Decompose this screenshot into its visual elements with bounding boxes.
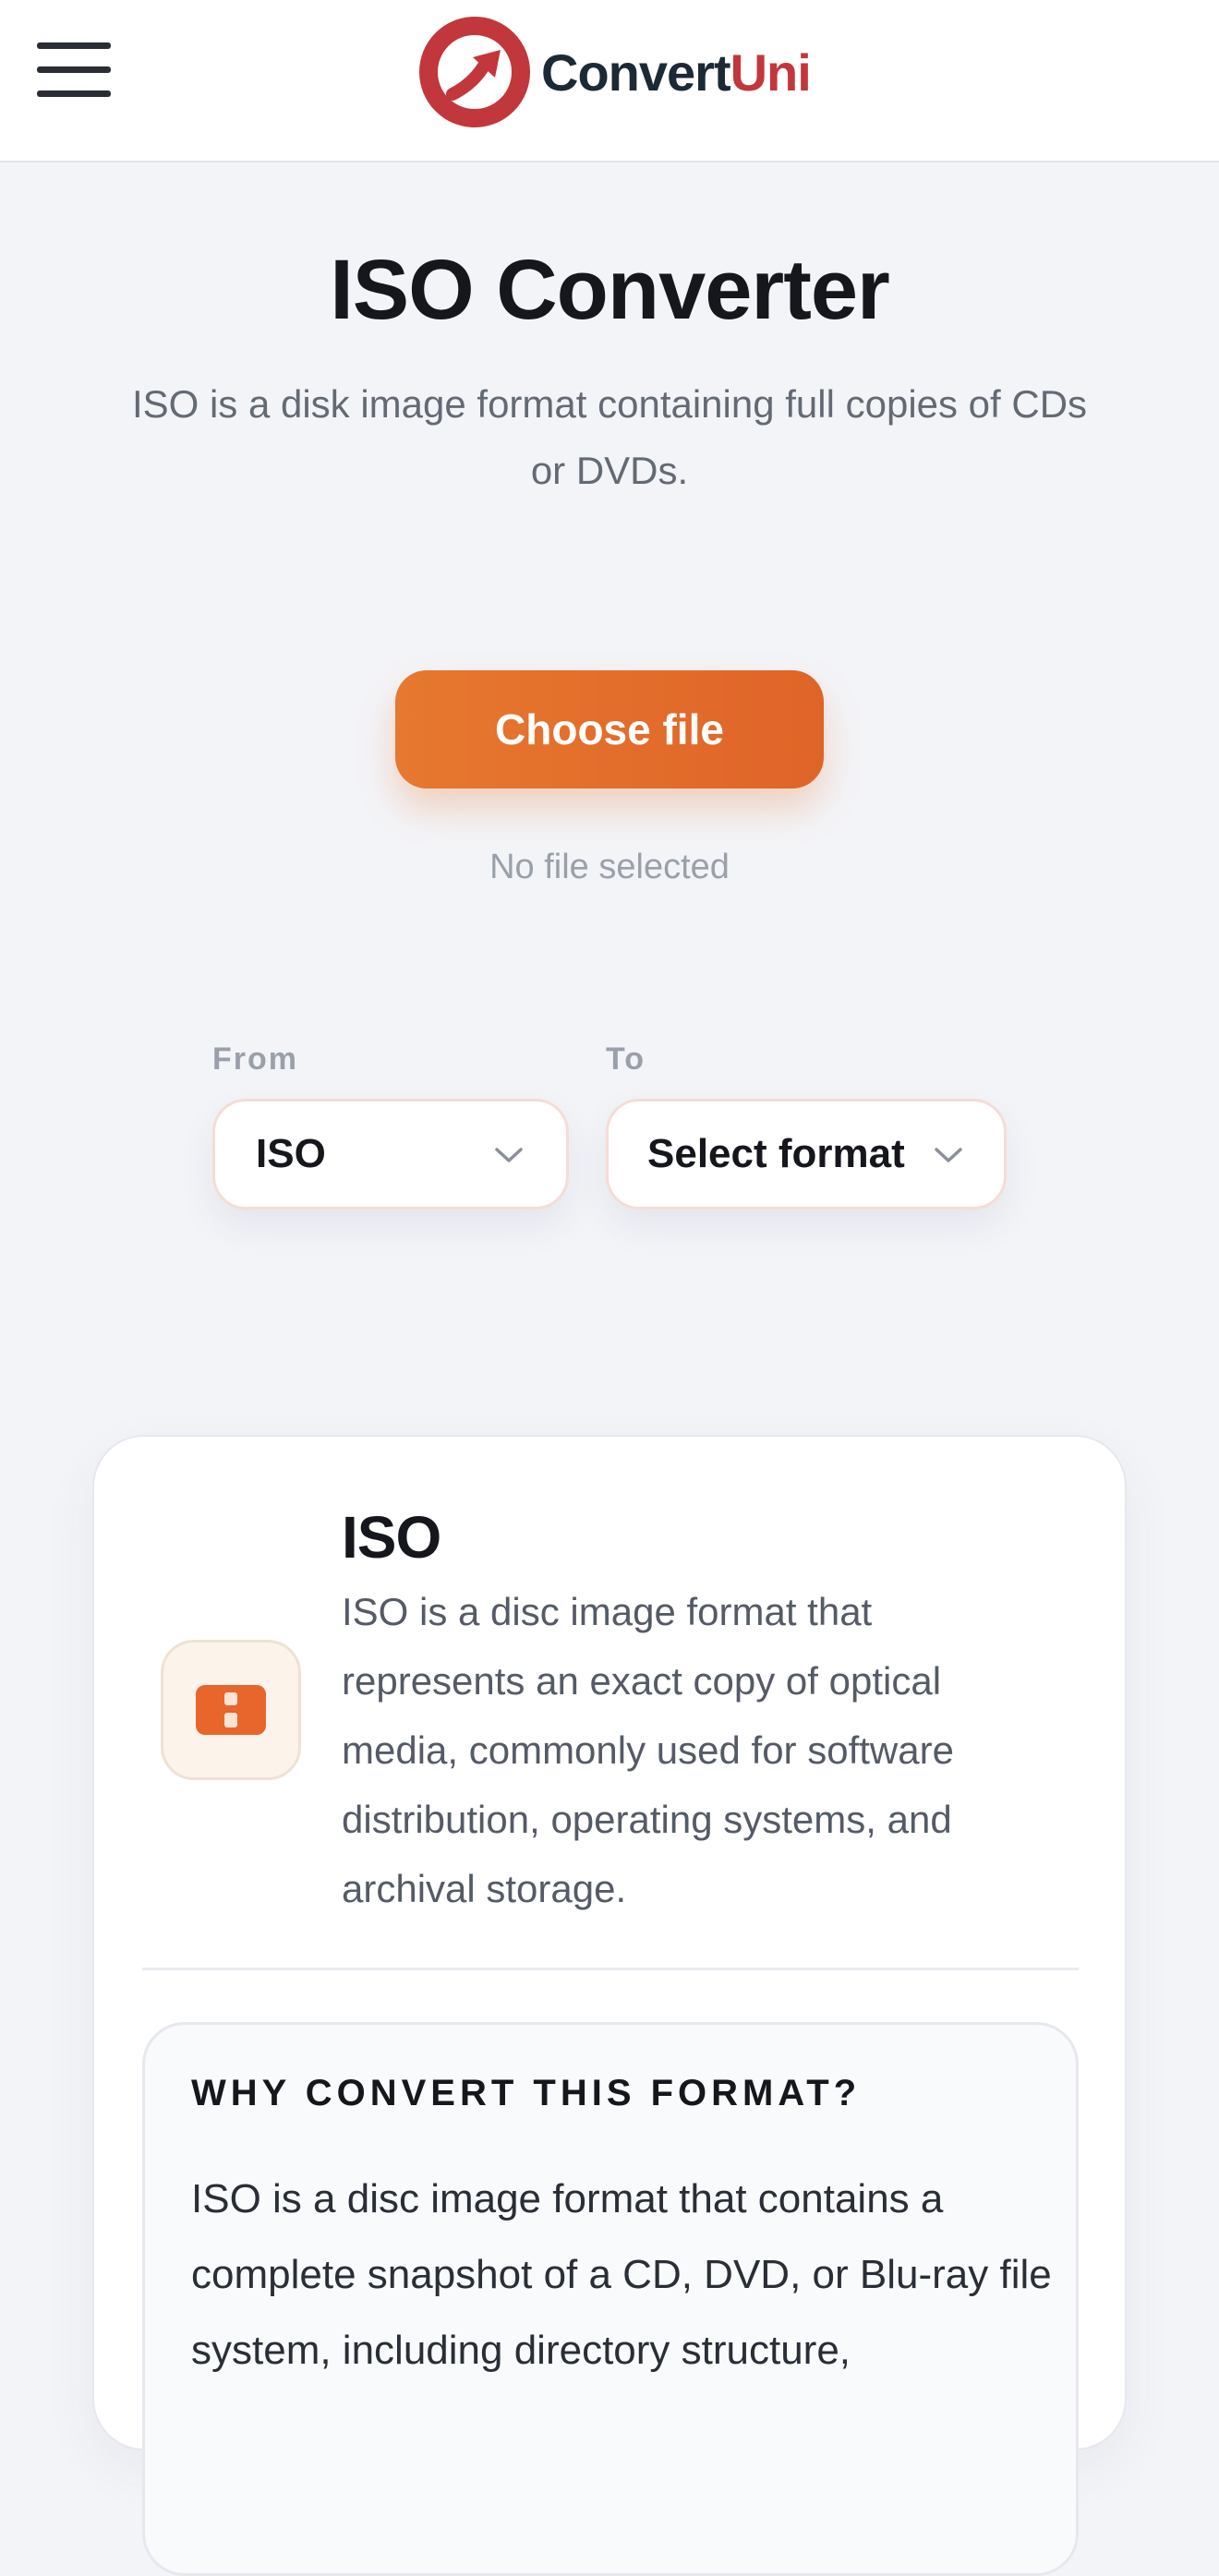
choose-file-button[interactable]: Choose file xyxy=(395,670,824,788)
why-convert-section: WHY CONVERT THIS FORMAT? ISO is a disc i… xyxy=(142,2022,1079,2576)
why-convert-text: ISO is a disc image format that contains… xyxy=(191,2176,1052,2373)
divider xyxy=(142,1968,1079,1970)
from-format-value: ISO xyxy=(256,1131,326,1176)
menu-line xyxy=(37,90,111,97)
brand-name-part1: Convert xyxy=(541,42,731,102)
to-format-value: Select format xyxy=(647,1131,905,1176)
to-format-select[interactable]: Select format xyxy=(606,1099,1007,1210)
from-label: From xyxy=(212,1041,298,1077)
chevron-down-icon xyxy=(495,1148,523,1162)
brand-name: ConvertUni xyxy=(541,42,812,102)
format-info-card: ISO ISO is a disc image format that repr… xyxy=(92,1435,1127,2576)
page-subtitle: ISO is a disk image format containing fu… xyxy=(131,382,1088,492)
page-title: ISO Converter xyxy=(330,243,890,337)
format-description: ISO is a disc image format that represen… xyxy=(342,1590,954,1910)
menu-line xyxy=(37,66,111,73)
convertuni-logo-arrow-icon xyxy=(419,17,530,127)
menu-line xyxy=(37,42,111,49)
chevron-down-icon xyxy=(935,1148,962,1162)
file-status-text: No file selected xyxy=(489,848,730,886)
from-format-select[interactable]: ISO xyxy=(212,1099,569,1210)
to-label: To xyxy=(606,1041,646,1077)
hamburger-menu-icon[interactable] xyxy=(37,41,113,98)
brand-name-part2: Uni xyxy=(730,42,812,102)
why-convert-heading: WHY CONVERT THIS FORMAT? xyxy=(191,2073,862,2113)
site-header: ConvertUni xyxy=(0,0,1219,163)
disc-image-file-icon xyxy=(196,1685,266,1735)
format-icon-tile xyxy=(161,1640,301,1780)
brand-logo-link[interactable]: ConvertUni xyxy=(417,15,812,129)
format-name: ISO xyxy=(342,1504,441,1571)
